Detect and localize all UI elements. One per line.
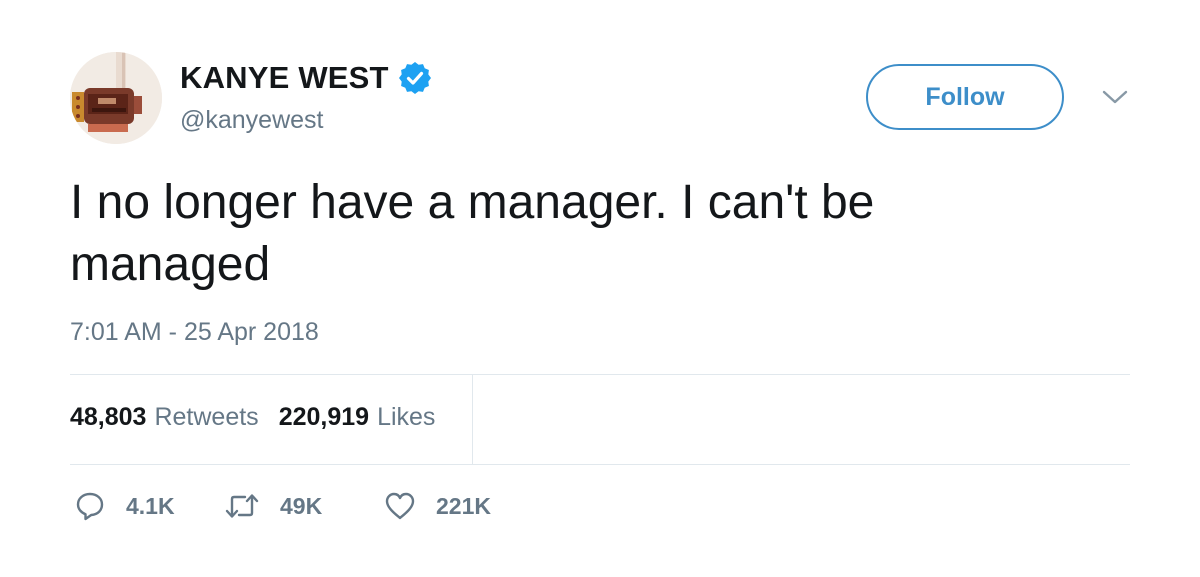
divider-bottom xyxy=(70,464,1130,465)
retweet-button[interactable]: 49K xyxy=(224,490,384,522)
likes-label: Likes xyxy=(377,403,436,431)
reply-icon xyxy=(76,492,104,521)
retweets-count: 48,803 xyxy=(70,403,147,431)
likes-count: 220,919 xyxy=(278,403,370,431)
likes-stat[interactable]: 220,919 Likes xyxy=(279,403,436,432)
tweet-timestamp[interactable]: 7:01 AM - 25 Apr 2018 xyxy=(70,318,319,347)
heart-icon xyxy=(385,492,415,520)
reply-button[interactable]: 4.1K xyxy=(74,490,224,522)
verified-badge-icon xyxy=(398,62,431,94)
divider-top xyxy=(70,374,1130,375)
like-count: 221K xyxy=(436,492,491,519)
retweets-label: Retweets xyxy=(154,403,259,431)
retweet-count: 49K xyxy=(280,492,323,519)
retweet-icon xyxy=(225,494,259,518)
follow-button[interactable]: Follow xyxy=(866,64,1064,130)
retweets-stat[interactable]: 48,803 Retweets xyxy=(70,403,259,432)
reply-count: 4.1K xyxy=(126,492,175,519)
tweet-text: I no longer have a manager. I can't be m… xyxy=(70,176,875,291)
avatar[interactable] xyxy=(70,52,162,144)
display-name[interactable]: KANYE WEST xyxy=(180,60,389,96)
tweet-card: KANYE WEST @kanyewest Follow I no longer… xyxy=(0,0,1200,577)
like-button[interactable]: 221K xyxy=(384,491,534,521)
author-row: KANYE WEST xyxy=(180,58,431,98)
tweet-actions: 4.1K 49K 221K xyxy=(74,490,534,522)
chevron-down-icon[interactable] xyxy=(1100,86,1130,108)
user-handle[interactable]: @kanyewest xyxy=(180,106,324,135)
avatar-image xyxy=(70,52,162,144)
tweet-stats: 48,803 Retweets 220,919 Likes xyxy=(70,403,455,432)
stats-vertical-divider xyxy=(472,375,473,464)
